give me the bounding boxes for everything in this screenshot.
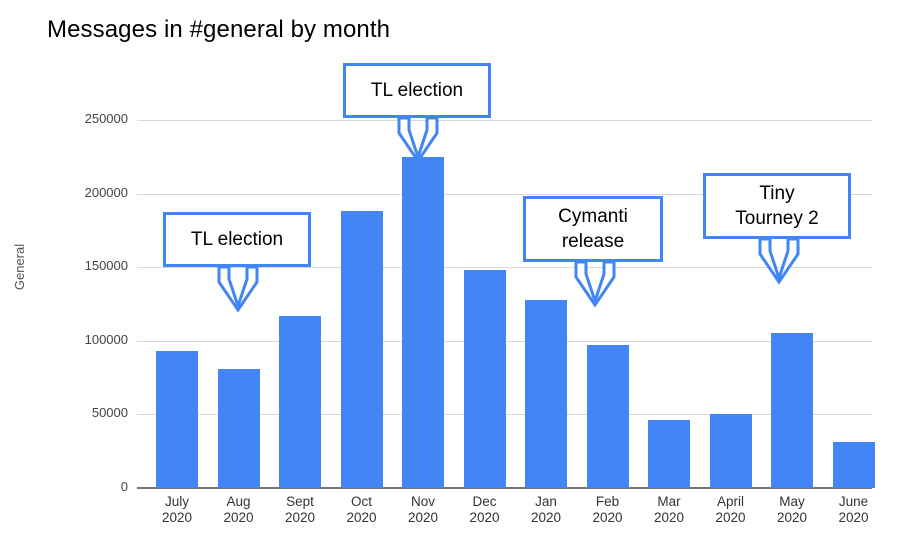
bar[interactable] [586, 345, 629, 488]
x-tick-month: June [838, 494, 869, 509]
y-tick-label: 50000 [91, 405, 128, 421]
bar[interactable] [402, 156, 444, 488]
y-tick-label: 250000 [84, 111, 128, 126]
annotation-arrow-icon [207, 265, 269, 313]
x-tick-month: Oct [350, 494, 372, 509]
annotation-label-line: release [561, 231, 625, 252]
bar[interactable] [340, 211, 383, 488]
annotation-label-line: TL election [370, 80, 464, 101]
y-tick-label: 100000 [84, 331, 128, 347]
y-tick-label: 150000 [84, 258, 128, 274]
gridline [137, 120, 872, 121]
y-tick-label: 0 [120, 479, 128, 494]
chart-title: Messages in #general by month [47, 16, 391, 43]
bar[interactable] [156, 351, 198, 488]
x-tick-month: Dec [472, 494, 497, 509]
bar[interactable] [709, 414, 752, 488]
annotation-label-box[interactable]: TL election [343, 63, 491, 118]
bar[interactable] [525, 299, 567, 488]
x-tick-month: Nov [410, 494, 435, 509]
x-tick-month: Feb [595, 494, 620, 509]
bar[interactable] [217, 368, 260, 488]
x-tick-label: June 2020 [818, 494, 890, 526]
annotation-label-box[interactable]: Tiny Tourney 2 [703, 173, 851, 239]
annotation-label-text: TL election [371, 78, 463, 103]
x-tick-month: July [164, 494, 189, 509]
bar[interactable] [648, 420, 690, 488]
annotation-label-line: Cymanti [558, 206, 628, 227]
annotation-label-line: TL election [190, 229, 284, 250]
y-tick-label: 200000 [84, 184, 128, 200]
y-axis-tick-labels: 0 50000 100000 150000 200000 250000 [0, 111, 128, 494]
annotation-label-line: Tourney 2 [735, 208, 819, 229]
annotation-label-text: TL election [191, 227, 283, 252]
x-tick-month: April [716, 494, 744, 509]
annotation-arrow-icon [748, 237, 810, 285]
annotation-label-text: Tiny Tourney 2 [735, 181, 818, 231]
bar-chart: Messages in #general by month General 05… [0, 0, 902, 535]
x-tick-month: Sept [286, 494, 314, 509]
bar[interactable] [771, 333, 813, 488]
annotation-label-box[interactable]: Cymanti release [523, 196, 663, 262]
x-tick-year: 2020 [838, 510, 869, 525]
annotation-label-line: Tiny [759, 183, 795, 204]
bar[interactable] [832, 442, 875, 488]
annotation-label-box[interactable]: TL election [163, 212, 311, 267]
x-tick-month: Aug [226, 494, 251, 509]
x-tick-month: Jan [535, 494, 557, 509]
annotation-arrow-icon [564, 260, 626, 308]
x-tick-month: May [779, 494, 805, 509]
x-tick-month: Mar [657, 494, 681, 509]
bar[interactable] [279, 315, 321, 488]
annotation-arrow-icon [387, 116, 449, 164]
bar[interactable] [463, 270, 506, 488]
annotation-label-text: Cymanti release [558, 204, 628, 254]
